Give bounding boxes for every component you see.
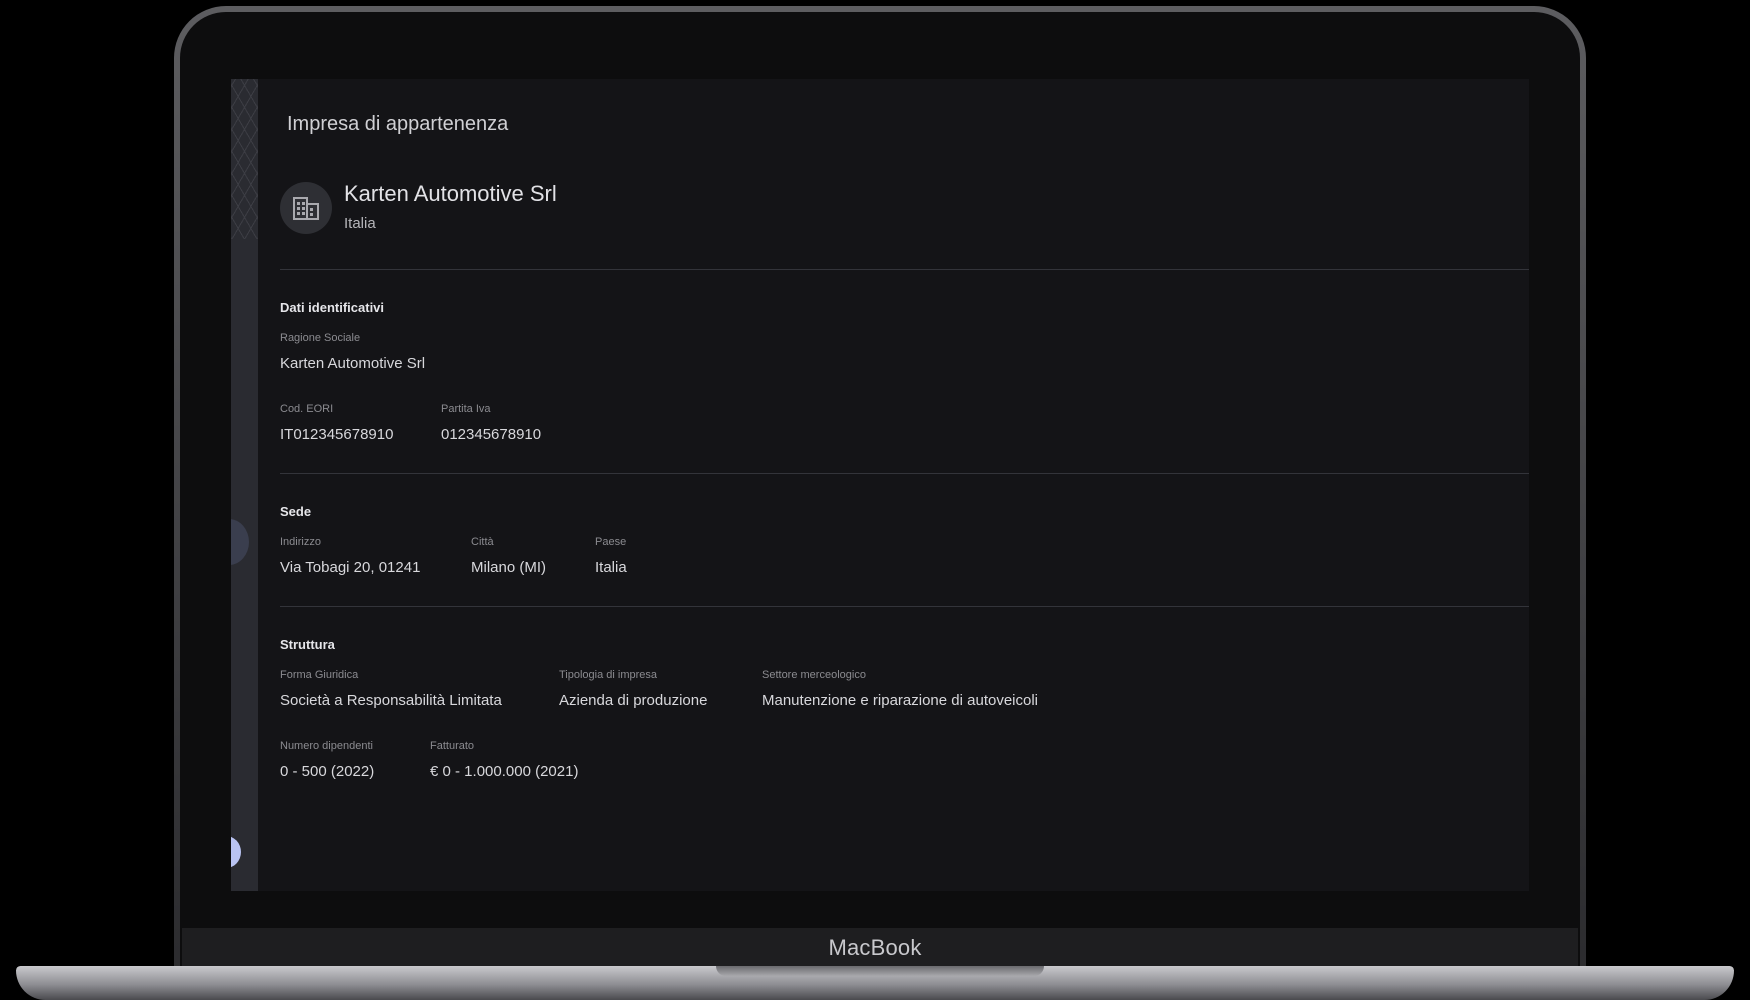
label-paese: Paese (595, 536, 627, 548)
building-icon-svg (293, 197, 319, 220)
divider (280, 473, 1529, 474)
label-tipologia-impresa: Tipologia di impresa (559, 669, 658, 681)
section-title-identificativi: Dati identificativi (280, 300, 385, 315)
value-indirizzo: Via Tobagi 20, 01241 (280, 559, 421, 576)
laptop-notch (716, 966, 1044, 976)
screen: Impresa di appartenenza Karten Automotiv… (231, 79, 1529, 891)
value-fatturato: € 0 - 1.000.000 (2021) (430, 763, 579, 780)
side-indicator (231, 519, 249, 565)
side-strip (231, 79, 258, 891)
company-name: Karten Automotive Srl (344, 181, 557, 206)
value-paese: Italia (595, 559, 627, 576)
value-forma-giuridica: Società a Responsabilità Limitata (280, 692, 502, 709)
section-title-struttura: Struttura (280, 637, 335, 652)
label-numero-dipendenti: Numero dipendenti (280, 740, 373, 752)
divider (280, 269, 1529, 270)
value-citta: Milano (MI) (471, 559, 547, 576)
side-pattern (231, 79, 258, 239)
label-eori: Cod. EORI (280, 403, 334, 415)
side-indicator-active (231, 836, 241, 868)
label-settore-merceologico: Settore merceologico (762, 669, 866, 681)
company-country: Italia (344, 215, 376, 232)
value-eori: IT012345678910 (280, 426, 394, 443)
panel-title: Impresa di appartenenza (287, 113, 509, 135)
label-partita-iva: Partita Iva (441, 403, 491, 415)
divider (280, 606, 1529, 607)
building-icon (280, 182, 332, 234)
label-fatturato: Fatturato (430, 740, 475, 752)
label-indirizzo: Indirizzo (280, 536, 321, 548)
value-partita-iva: 012345678910 (441, 426, 542, 443)
label-ragione-sociale: Ragione Sociale (280, 332, 361, 344)
value-settore-merceologico: Manutenzione e riparazione di autoveicol… (762, 692, 1039, 709)
value-numero-dipendenti: 0 - 500 (2022) (280, 763, 375, 780)
label-forma-giuridica: Forma Giuridica (280, 669, 359, 681)
label-citta: Città (471, 536, 494, 548)
value-ragione-sociale: Karten Automotive Srl (280, 355, 426, 372)
device-brand-label: MacBook (828, 935, 922, 960)
company-panel: Impresa di appartenenza Karten Automotiv… (258, 79, 1529, 891)
section-title-sede: Sede (280, 504, 312, 519)
value-tipologia-impresa: Azienda di produzione (559, 692, 708, 709)
